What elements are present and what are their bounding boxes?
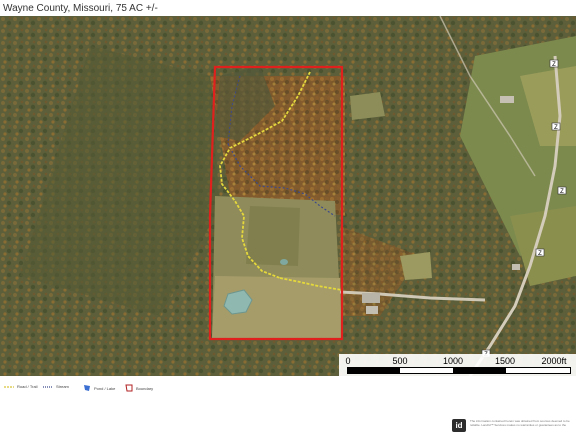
scale-tick-label: 0 [345, 356, 351, 366]
clearing-north [350, 92, 385, 120]
legend-label: Boundary [136, 385, 154, 391]
map-canvas[interactable]: Z Z Z Z Z [0, 16, 576, 376]
disclaimer-text: The information contained herein was obt… [470, 419, 570, 427]
scale-bar: 0 500 1000 1500 2000ft [339, 354, 576, 376]
legend-label: Pond / Lake [94, 385, 116, 391]
clearing [400, 252, 432, 280]
aerial-map[interactable]: Z Z Z Z Z [0, 16, 576, 376]
scale-tick-label: 2000ft [541, 356, 567, 366]
scale-segment [400, 368, 453, 373]
scale-tick-label: 500 [392, 356, 408, 366]
pond-icon [84, 385, 90, 391]
scale-bar-graphic [347, 367, 571, 374]
building [366, 306, 378, 314]
field-texture [246, 206, 300, 266]
pond-small [280, 259, 288, 265]
header-bar: Wayne County, Missouri, 75 AC +/- [0, 0, 576, 16]
scale-segment [506, 368, 570, 373]
scale-tick-label: 1000 [442, 356, 464, 366]
route-marker-label: Z [560, 189, 564, 195]
legend-label: Stream [56, 384, 69, 389]
legend-item-stream: Stream [43, 384, 69, 389]
legend-item-road-trail: Road / Trail [4, 384, 37, 389]
dotted-line-icon [43, 385, 53, 388]
scale-tick-label: 1500 [494, 356, 516, 366]
building [362, 293, 380, 303]
route-marker-label: Z [552, 62, 556, 68]
landid-logo: id [452, 419, 466, 432]
legend-item-boundary: Boundary [125, 384, 153, 392]
building [500, 96, 514, 103]
route-marker-label: Z [554, 125, 558, 131]
dotted-line-icon [4, 385, 14, 388]
map-legend: Road / Trail Stream Pond / Lake Boundary [0, 380, 576, 400]
building [512, 264, 520, 270]
legend-label: Road / Trail [17, 384, 38, 389]
route-marker-label: Z [538, 251, 542, 257]
legend-item-pond-lake: Pond / Lake [83, 384, 115, 392]
boundary-icon [125, 384, 133, 392]
map-title: Wayne County, Missouri, 75 AC +/- [3, 3, 158, 14]
